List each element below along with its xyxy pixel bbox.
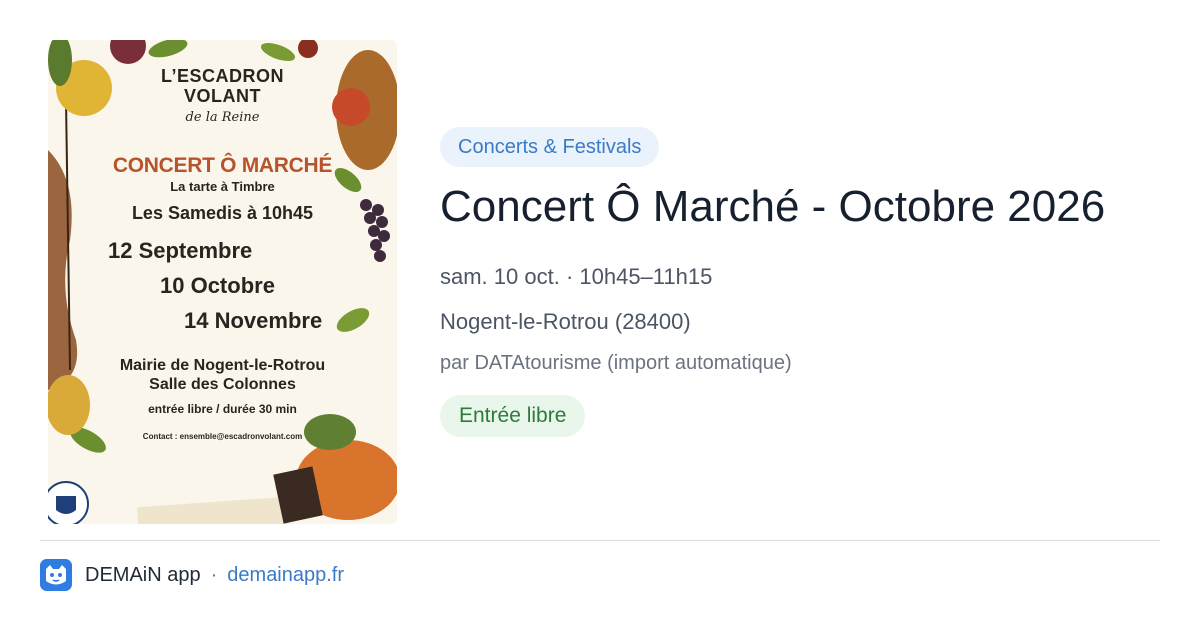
poster-subtitle: La tarte à Timbre — [170, 179, 275, 194]
event-card[interactable]: L’ESCADRON VOLANT de la Reine CONCERT Ô … — [0, 0, 1200, 540]
footer-divider — [40, 540, 1160, 541]
poster-org-line3: de la Reine — [185, 110, 260, 125]
poster-venue-line2: Salle des Colonnes — [149, 376, 296, 393]
footer-separator: · — [210, 563, 218, 586]
poster-org-line2: VOLANT — [184, 86, 261, 106]
poster-contact: Contact : ensemble@escadronvolant.com — [142, 432, 303, 441]
poster-date: 10 Octobre — [160, 273, 275, 298]
poster-venue-line1: Mairie de Nogent-le-Rotrou — [119, 357, 326, 374]
poster-title: CONCERT Ô MARCHÉ — [112, 154, 333, 177]
price-badge: Entrée libre — [440, 395, 586, 437]
event-source: par DATAtourisme (import automatique) — [440, 352, 792, 374]
poster-schedule: Les Samedis à 10h45 — [131, 203, 314, 223]
event-date: sam. 10 oct. · 10h45–11h15 — [440, 264, 713, 289]
event-location: Nogent-le-Rotrou (28400) — [440, 309, 691, 334]
event-title: Concert Ô Marché - Octobre 2026 — [440, 182, 1106, 231]
event-poster-image: L’ESCADRON VOLANT de la Reine CONCERT Ô … — [48, 40, 397, 524]
poster-org-line1: L’ESCADRON — [160, 66, 284, 86]
app-name: DEMAiN app — [85, 563, 201, 586]
app-link[interactable]: demainapp.fr — [227, 564, 344, 587]
poster-date: 12 Septembre — [108, 238, 253, 263]
demain-app-icon — [40, 559, 72, 591]
poster-date: 14 Novembre — [184, 308, 323, 333]
category-badge[interactable]: Concerts & Festivals — [440, 127, 660, 167]
footer: DEMAiN app · demainapp.fr — [40, 558, 344, 592]
poster-entry-info: entrée libre / durée 30 min — [148, 402, 297, 416]
